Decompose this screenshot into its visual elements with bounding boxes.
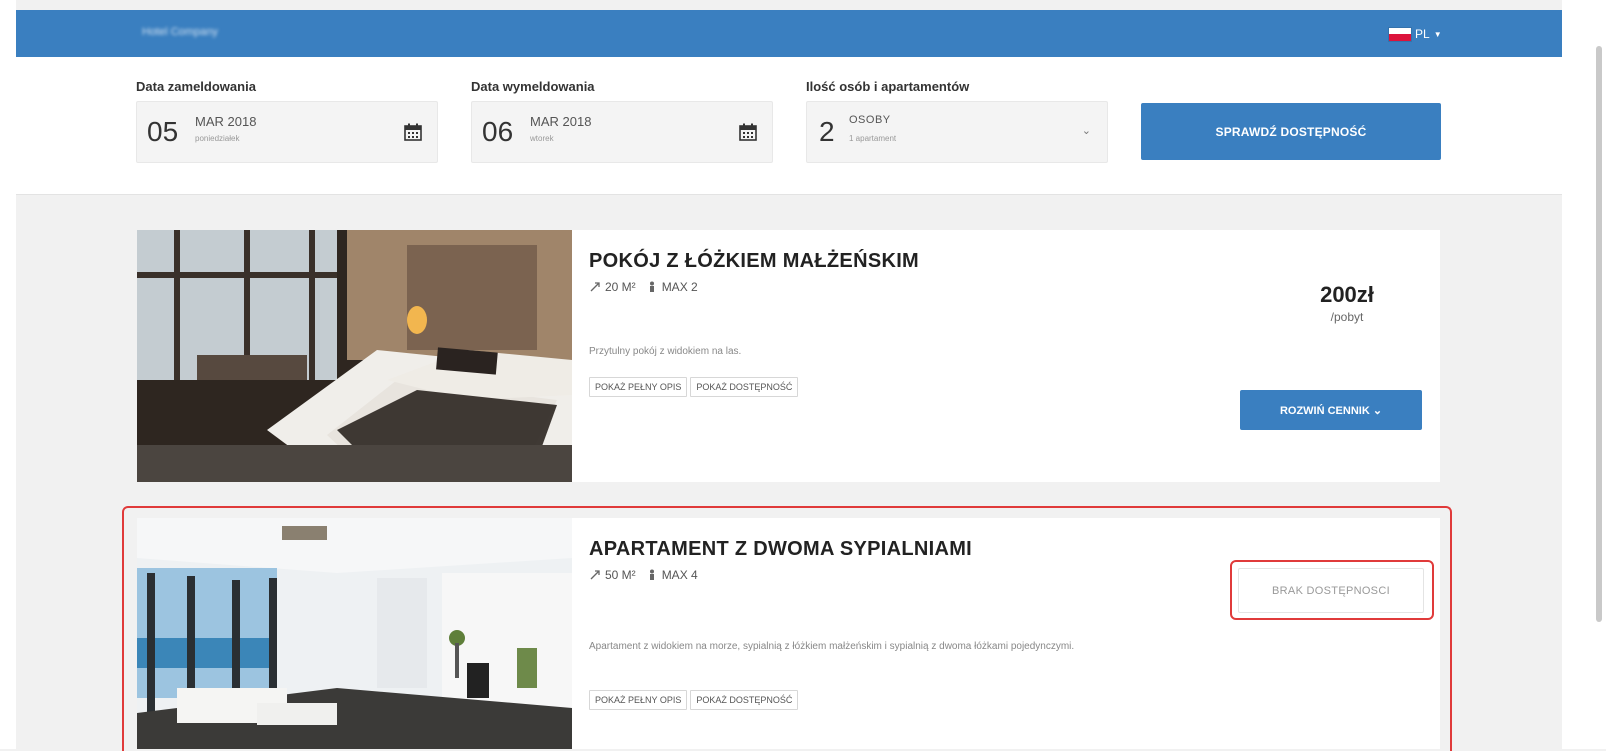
search-panel: Data zameldowania 05 MAR 2018 poniedział… bbox=[16, 57, 1562, 195]
checkin-month: MAR 2018 bbox=[195, 114, 257, 129]
check-availability-button[interactable]: SPRAWDŹ DOSTĘPNOŚĆ bbox=[1141, 103, 1441, 160]
checkin-day: 05 bbox=[147, 116, 179, 147]
price-amount: 200zł bbox=[1320, 282, 1374, 307]
checkout-date-field[interactable]: 06 MAR 2018 wtorek bbox=[471, 101, 773, 163]
room-count: 1 apartament bbox=[849, 134, 897, 143]
show-availability-button[interactable]: POKAŻ DOSTĘPNOŚĆ bbox=[690, 690, 799, 710]
room-specs: 50 M² MAX 4 bbox=[589, 568, 698, 582]
guests-selector[interactable]: 2 OSOBY 1 apartament ⌄ bbox=[806, 101, 1108, 163]
room-capacity: MAX 4 bbox=[661, 568, 698, 582]
guest-unit: OSOBY bbox=[849, 114, 891, 126]
person-icon bbox=[649, 569, 654, 580]
room-photo-apartment[interactable] bbox=[137, 518, 572, 749]
caret-down-icon: ▼ bbox=[1433, 29, 1442, 39]
calendar-icon[interactable] bbox=[738, 122, 758, 142]
checkin-weekday: poniedziałek bbox=[195, 134, 240, 143]
room-card-apartment: APARTAMENT Z DWOMA SYPIALNIAMI 50 M² MAX… bbox=[137, 518, 1440, 749]
room-specs: 20 M² MAX 2 bbox=[589, 280, 698, 294]
room-area: 50 M² bbox=[605, 568, 636, 582]
show-full-description-button[interactable]: POKAŻ PEŁNY OPIS bbox=[589, 690, 688, 710]
room-area: 20 M² bbox=[605, 280, 636, 294]
guest-count: 2 bbox=[819, 116, 835, 147]
chevron-down-icon: ⌄ bbox=[1081, 125, 1091, 137]
checkout-label: Data wymeldowania bbox=[471, 79, 595, 94]
room-links: POKAŻ PEŁNY OPIS POKAŻ DOSTĘPNOŚĆ bbox=[589, 377, 799, 397]
room-card-double: POKÓJ Z ŁÓŻKIEM MAŁŻEŃSKIM 20 M² MAX 2 P… bbox=[137, 230, 1440, 482]
checkout-month: MAR 2018 bbox=[530, 114, 592, 129]
room-title: APARTAMENT Z DWOMA SYPIALNIAMI bbox=[589, 538, 973, 560]
checkin-date-field[interactable]: 05 MAR 2018 poniedziałek bbox=[136, 101, 438, 163]
room-title: POKÓJ Z ŁÓŻKIEM MAŁŻEŃSKIM bbox=[589, 250, 920, 272]
poland-flag-icon bbox=[1389, 27, 1411, 41]
brand-logo[interactable]: Hotel Company bbox=[142, 26, 298, 38]
room-price: 200zł /pobyt bbox=[1257, 282, 1437, 324]
price-unit: /pobyt bbox=[1330, 310, 1364, 324]
resize-arrow-icon bbox=[590, 282, 600, 292]
checkout-day: 06 bbox=[482, 116, 514, 147]
room-description: Apartament z widokiem na morze, sypialni… bbox=[589, 641, 1075, 652]
resize-arrow-icon bbox=[590, 570, 600, 580]
show-full-description-button[interactable]: POKAŻ PEŁNY OPIS bbox=[589, 377, 688, 397]
expand-price-list-button[interactable]: ROZWIŃ CENNIK ⌄ bbox=[1240, 390, 1422, 430]
checkin-label: Data zameldowania bbox=[136, 79, 256, 94]
person-icon bbox=[649, 281, 654, 292]
checkout-weekday: wtorek bbox=[530, 134, 554, 143]
top-bar: Hotel Company PL ▼ bbox=[16, 10, 1562, 57]
show-availability-button[interactable]: POKAŻ DOSTĘPNOŚĆ bbox=[690, 377, 799, 397]
room-description: Przytulny pokój z widokiem na las. bbox=[589, 346, 742, 357]
calendar-icon[interactable] bbox=[403, 122, 423, 142]
room-links: POKAŻ PEŁNY OPIS POKAŻ DOSTĘPNOŚĆ bbox=[589, 690, 799, 710]
page-margin-left bbox=[0, 0, 16, 749]
guests-label: Ilość osób i apartamentów bbox=[806, 79, 970, 94]
language-code: PL bbox=[1415, 27, 1430, 41]
room-photo-double[interactable] bbox=[137, 230, 572, 482]
language-selector[interactable]: PL ▼ bbox=[1389, 26, 1442, 42]
unavailable-status-button[interactable]: BRAK DOSTĘPNOSCI bbox=[1238, 568, 1424, 613]
scrollbar[interactable] bbox=[1596, 46, 1602, 622]
room-capacity: MAX 2 bbox=[661, 280, 698, 294]
